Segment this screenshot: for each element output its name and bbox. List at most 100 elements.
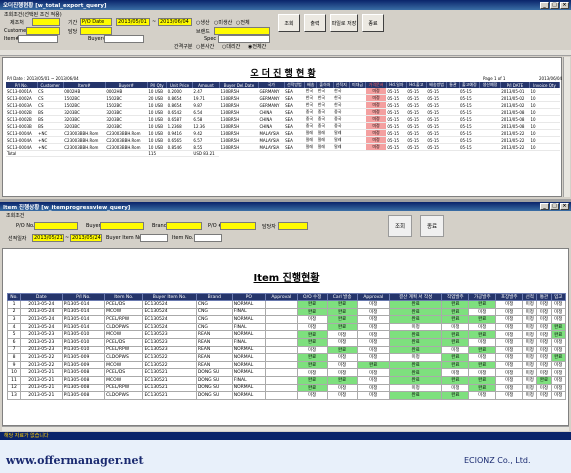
order-row[interactable]: SC13-0002B BS 3203BC 3203BC 10 USB 0.6542 6.54…: [6, 108, 560, 116]
order-cell: 05-15: [426, 122, 447, 130]
order-cell: [446, 94, 460, 102]
item-row[interactable]: 6 2013-05-23 PI1305-010 PCEL/DS EC130523 REAN…: [7, 337, 567, 347]
item-cell: 미정: [536, 353, 552, 362]
close-icon[interactable]: ×: [560, 1, 569, 9]
item-row[interactable]: 1 2013-05-24 PI1305-014 PCEL/DS EC130524 CNG N…: [7, 300, 567, 309]
item-row[interactable]: 11 2013-05-21 PI1305-008 MCOW EC130521 DONG S…: [7, 375, 567, 385]
order-cell: BS: [37, 108, 64, 116]
customer-select[interactable]: [26, 27, 60, 35]
item-cell: 미정: [522, 345, 538, 355]
item-row[interactable]: 9 2013-05-22 PI1305-009 MCOW EC130522 REAN NOR…: [7, 360, 567, 370]
order-row[interactable]: SC13-0004A +NC C23003BBH.Rom C23003BBH.Rom 1…: [6, 129, 560, 137]
order-cell: [349, 143, 366, 151]
item-row[interactable]: 5 2013-05-23 PI1305-010 MCOW EC130523 REAN NOR…: [7, 330, 567, 339]
order-cell: 중국: [333, 115, 350, 123]
order-row[interactable]: SC13-0002B BS 3203BC 3203BC 10 USB 0.6587 6.58…: [6, 115, 560, 123]
order-row[interactable]: SC13-0002A CS 1502BC 1502BC 20 USB 0.8654 19.7…: [6, 94, 560, 102]
period-select[interactable]: P/O Date: [80, 18, 112, 26]
buyer-input[interactable]: [104, 35, 144, 43]
item-cell: 미정: [326, 368, 358, 377]
order-cell: C23003BBH.Rom: [105, 129, 148, 137]
item-row[interactable]: 10 2013-05-21 PI1305-008 PCEL/DS EC130521 DON…: [7, 368, 567, 377]
search-button[interactable]: 조회: [278, 14, 300, 32]
close-button[interactable]: 종료: [362, 14, 384, 32]
item-row[interactable]: 3 2013-05-24 PI1305-014 PCEL/RPW EC130524 CNG…: [7, 315, 567, 324]
maximize-icon[interactable]: □: [550, 1, 559, 9]
item-row[interactable]: 8 2013-05-22 PI1305-009 CLDOPWS EC130522 REAN…: [7, 353, 567, 362]
order-cell: 05-15: [406, 143, 427, 151]
maximize-icon[interactable]: □: [550, 203, 559, 210]
order-cell: 3203BC: [63, 122, 106, 130]
item-cell: 미정: [495, 360, 524, 370]
date-from-input[interactable]: 2013/05/01: [116, 18, 150, 26]
item-cell: PI1305-008: [61, 383, 106, 393]
b-close-button[interactable]: 종료: [420, 215, 444, 237]
order-row[interactable]: SC13-0004A +NC C23003BBH.Rom C23003BBH.Rom 1…: [6, 136, 560, 144]
item-cell: EC130522: [142, 353, 197, 362]
item-col-header: No.: [7, 293, 21, 301]
radio-head-office[interactable]: ○본사간: [196, 43, 214, 50]
radio-all[interactable]: ◉전체간: [248, 43, 266, 50]
save-file-button[interactable]: 파일로 저장: [330, 14, 358, 32]
item-cell: 미정: [536, 322, 552, 332]
check-unproduced[interactable]: ○미생산: [214, 19, 232, 26]
team-select[interactable]: [80, 27, 112, 35]
order-cell: 미정: [365, 108, 387, 116]
item-cell: 완료: [468, 360, 497, 370]
order-cell: 중국: [333, 122, 350, 130]
item-cell: 12: [7, 383, 21, 393]
radio-agency[interactable]: ○대리간: [222, 43, 240, 50]
order-cell: 10 USB: [147, 136, 167, 144]
b-buyer-select[interactable]: [100, 222, 144, 230]
ship-date-to[interactable]: 2013/05/24: [70, 234, 102, 242]
b-brand-select[interactable]: [166, 222, 202, 230]
item-row[interactable]: 2 2013-05-24 PI1305-014 MCOW EC130524 CNG FINA…: [7, 307, 567, 317]
order-cell: 한국: [304, 101, 317, 109]
bottom-horizontal-scrollbar[interactable]: [2, 426, 569, 431]
item-cell: 미정: [495, 315, 524, 324]
item-cell: 2013-05-22: [20, 360, 63, 370]
item-row[interactable]: 13 2013-05-21 PI1305-008 CLDOPWS EC130521 DON…: [7, 391, 567, 400]
print-button[interactable]: 출력: [304, 14, 326, 32]
top-vertical-scrollbar[interactable]: [563, 57, 570, 197]
order-row[interactable]: SC13-0004A +NC C23003BBH.Rom C23003BBH.Rom 1…: [6, 143, 560, 151]
b-search-button[interactable]: 조회: [388, 215, 412, 237]
total-amount: USD 83.21: [192, 150, 220, 157]
item-cell: 완료: [296, 383, 328, 393]
item-col-header: Date: [20, 293, 63, 301]
bottom-report-area: Item 진행현황 No. Date P/I No. Item No. Buyer It…: [2, 248, 569, 426]
item-row[interactable]: 12 2013-05-21 PI1305-008 PCEL/RPW EC130521 DO…: [7, 383, 567, 393]
item-row[interactable]: 7 2013-05-23 PI1305-010 PCEL/RPW EC130523 REA…: [7, 345, 567, 355]
item-input[interactable]: [18, 35, 58, 43]
item-cell: 완료: [388, 300, 443, 309]
spec-input[interactable]: [218, 35, 270, 43]
order-cell: 05-15: [406, 115, 427, 123]
minimize-icon[interactable]: _: [540, 203, 549, 210]
item-cell: EC130522: [142, 360, 197, 370]
minimize-icon[interactable]: _: [540, 1, 549, 9]
order-cell: 10 USB: [147, 115, 167, 123]
sort-select[interactable]: [32, 18, 60, 26]
item-row[interactable]: 4 2013-05-24 PI1305-014 CLDOPWS EC130524 CNG F…: [7, 322, 567, 332]
pi-input[interactable]: [34, 222, 78, 230]
item-cell: 미정: [522, 322, 538, 332]
brand-input[interactable]: [214, 27, 270, 35]
b-item-input[interactable]: [194, 234, 222, 242]
order-row[interactable]: SC13-0003B BS 3203BC 3203BC 10 USB 1.2368 12.3…: [6, 122, 560, 130]
website-link[interactable]: www.offermanager.net: [6, 454, 144, 467]
check-produced[interactable]: ○생산: [196, 19, 210, 26]
po-input[interactable]: [220, 222, 256, 230]
ship-date-from[interactable]: 2013/05/21: [32, 234, 64, 242]
buyer-item-input[interactable]: [140, 234, 168, 242]
item-cell: 미정: [550, 307, 567, 317]
item-cell: 2013-05-24: [20, 322, 63, 332]
close-icon[interactable]: ×: [560, 203, 569, 210]
date-to-input[interactable]: 2013/06/04: [158, 18, 192, 26]
order-row[interactable]: SC13-0003A CS 1502BC 1502BC 10 USB 0.8654 9.87…: [6, 101, 560, 109]
order-cell: 10: [529, 129, 560, 137]
order-cell: 10 USB: [147, 108, 167, 116]
order-cell: 05-15: [406, 122, 427, 130]
check-all[interactable]: ○전체: [236, 19, 250, 26]
b-team-select[interactable]: [278, 222, 308, 230]
item-cell: 미정: [550, 383, 567, 393]
